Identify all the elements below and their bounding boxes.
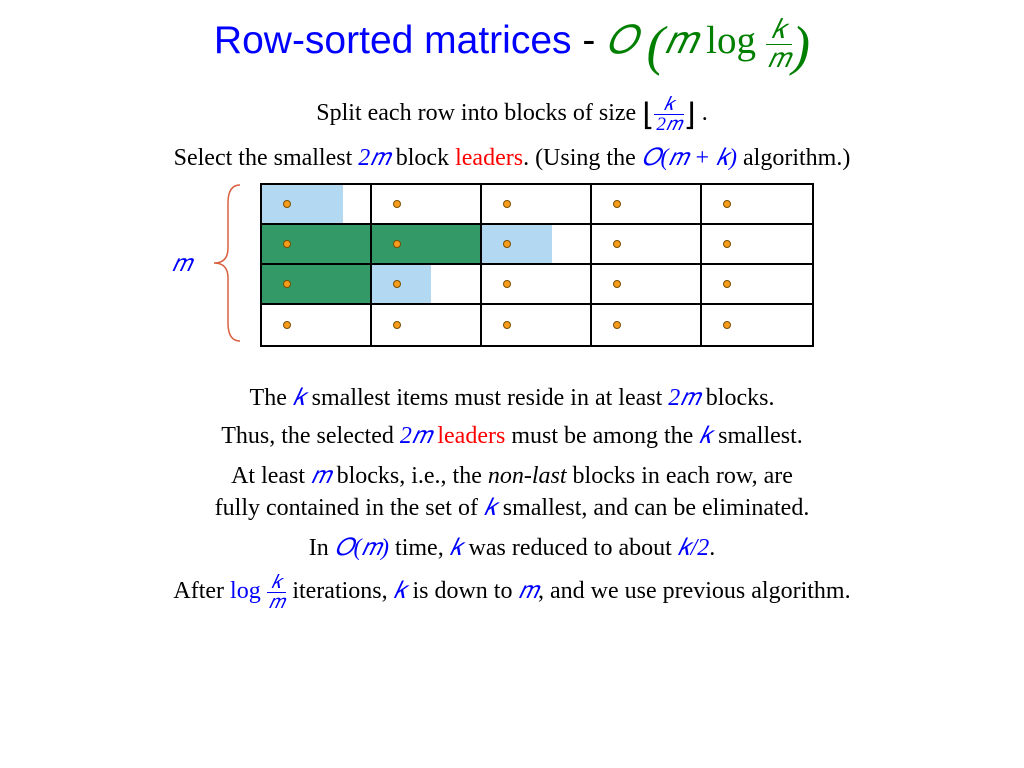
dot-icon [613,240,621,248]
matrix-row [262,185,812,225]
dot-icon [503,321,511,329]
dot-icon [283,200,291,208]
dot-icon [393,240,401,248]
matrix-cell [592,265,702,303]
title-big-o: 𝑂 (𝑚 log 𝑘𝑚) [606,19,810,62]
dot-icon [503,280,511,288]
text-line-7: After log 𝑘𝑚 iterations, 𝑘 is down to 𝑚,… [40,573,984,612]
dot-icon [283,280,291,288]
dot-icon [283,240,291,248]
matrix-row [262,265,812,305]
dot-icon [393,280,401,288]
text-line-4: Thus, the selected 2𝑚 leaders must be am… [40,423,984,450]
matrix-cell [592,305,702,345]
dot-icon [723,280,731,288]
dot-icon [723,240,731,248]
matrix-cell [592,225,702,263]
text-line-2: Select the smallest 2𝑚 block leaders. (U… [40,145,984,172]
matrix-diagram: 𝑚 [192,183,832,363]
title-prefix: Row-sorted matrices [214,19,572,62]
slide: Row-sorted matrices - 𝑂 (𝑚 log 𝑘𝑚) Split… [0,0,1024,643]
dot-icon [723,321,731,329]
matrix-cell [262,305,372,345]
matrix-cell [702,225,812,263]
text-line-6: In 𝑂(𝑚) time, 𝑘 was reduced to about 𝑘/2… [40,535,984,562]
matrix-cell [262,265,372,303]
text-line-5: At least 𝑚 blocks, i.e., the non-last bl… [40,461,984,523]
text-line-1: Split each row into blocks of size ⌊𝑘2𝑚⌋… [40,95,984,134]
dot-icon [393,321,401,329]
matrix-cell [592,185,702,223]
dot-icon [503,240,511,248]
brace-icon [200,183,245,343]
title-dash: - [572,19,607,62]
matrix-row [262,305,812,345]
dot-icon [613,200,621,208]
matrix-cell [702,185,812,223]
matrix-cell [372,305,482,345]
matrix-cell [262,225,372,263]
dot-icon [393,200,401,208]
matrix-cell [372,225,482,263]
m-label: 𝑚 [172,251,192,278]
dot-icon [503,200,511,208]
matrix-row [262,225,812,265]
matrix-cell [372,185,482,223]
dot-icon [283,321,291,329]
matrix-cell [702,265,812,303]
matrix-cell [482,225,592,263]
dot-icon [723,200,731,208]
matrix-grid [260,183,814,347]
text-line-3: The 𝑘 smallest items must reside in at l… [40,385,984,412]
slide-title: Row-sorted matrices - 𝑂 (𝑚 log 𝑘𝑚) [40,14,984,77]
matrix-cell [702,305,812,345]
dot-icon [613,280,621,288]
dot-icon [613,321,621,329]
matrix-cell [262,185,372,223]
matrix-cell [482,305,592,345]
matrix-cell [482,265,592,303]
matrix-cell [372,265,482,303]
matrix-cell [482,185,592,223]
